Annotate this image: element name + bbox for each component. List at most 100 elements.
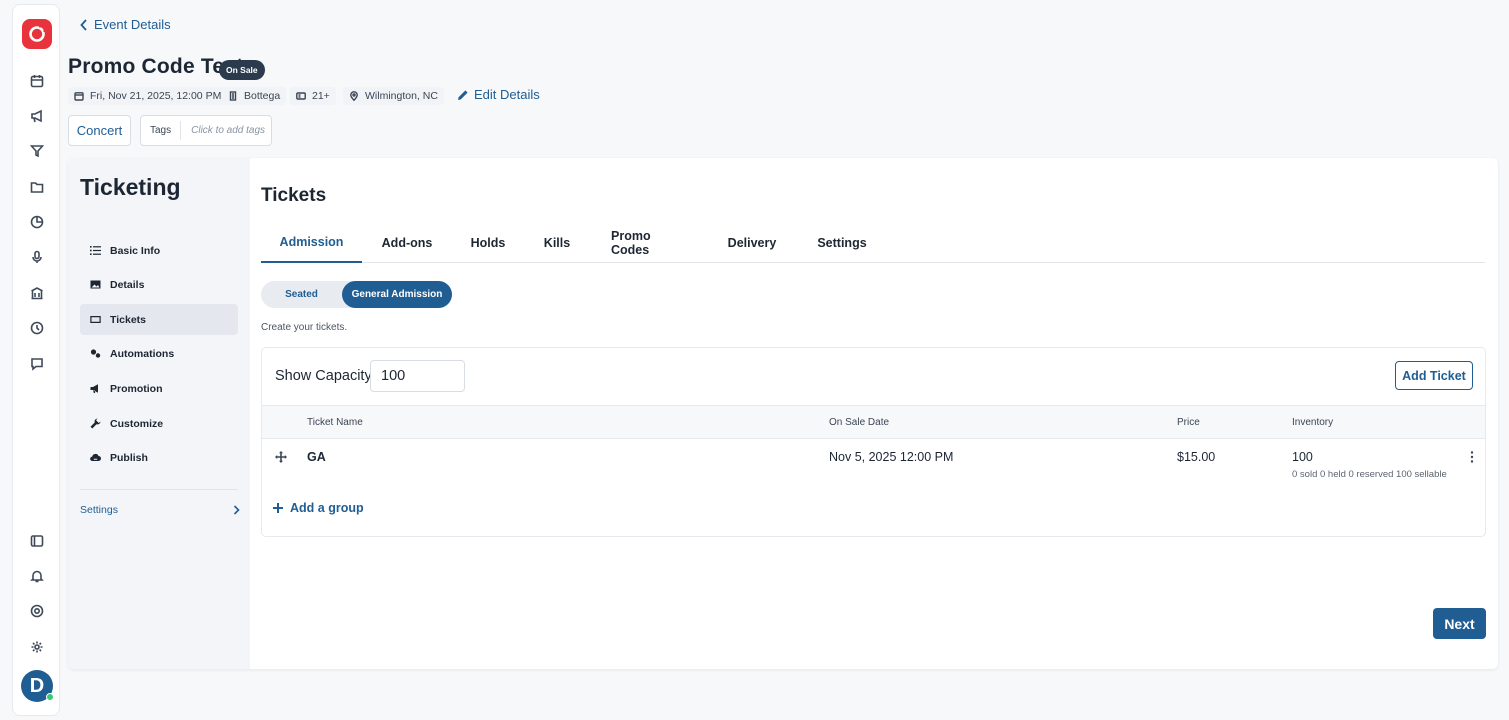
genre-tag[interactable]: Concert — [68, 115, 131, 146]
general-admission-option[interactable]: General Admission — [342, 281, 452, 308]
bell-icon[interactable] — [27, 566, 47, 586]
chevron-left-icon — [80, 18, 87, 31]
panel-icon[interactable] — [27, 531, 47, 551]
tab-admission[interactable]: Admission — [261, 222, 362, 263]
ticket-inventory-detail: 0 sold 0 held 0 reserved 100 sellable — [1292, 469, 1447, 480]
megaphone-icon[interactable] — [27, 106, 47, 126]
sidebar-item-label: Customize — [110, 417, 164, 430]
capacity-input[interactable] — [370, 360, 465, 392]
ticket-price: $15.00 — [1177, 450, 1216, 464]
avatar-initial: D — [29, 674, 45, 697]
back-link-label: Event Details — [94, 17, 171, 32]
ticket-icon — [90, 316, 101, 323]
id-card-icon — [296, 92, 306, 100]
age-restriction: 21+ — [312, 90, 330, 102]
seating-type-toggle: Seated General Admission — [261, 281, 452, 308]
page-title: Promo Code Test — [68, 55, 244, 78]
table-header: Ticket Name On Sale Date Price Inventory — [262, 405, 1485, 439]
sidebar-item-basic-info[interactable]: Basic Info — [80, 235, 238, 266]
venue-chip: Bottega — [222, 87, 287, 105]
list-icon — [90, 246, 101, 255]
logo-mark-icon — [29, 24, 47, 42]
gears-icon — [90, 349, 101, 358]
section-heading: Tickets — [261, 185, 327, 206]
column-on-sale-date: On Sale Date — [829, 417, 890, 428]
tags-label: Tags — [141, 121, 182, 140]
sidebar-item-label: Basic Info — [110, 244, 161, 257]
tags-field[interactable]: Tags Click to add tags — [140, 115, 272, 146]
user-avatar[interactable]: D — [21, 670, 54, 702]
column-ticket-name: Ticket Name — [307, 417, 363, 428]
folder-icon[interactable] — [27, 177, 47, 197]
gear-icon[interactable] — [27, 637, 47, 657]
event-location: Wilmington, NC — [365, 90, 438, 102]
table-row: GA Nov 5, 2025 12:00 PM $15.00 100 0 sol… — [262, 439, 1485, 489]
microphone-icon[interactable] — [27, 247, 47, 267]
add-group-button[interactable]: Add a group — [273, 501, 364, 515]
edit-details-label: Edit Details — [474, 87, 540, 102]
tab-add-ons[interactable]: Add-ons — [378, 222, 436, 263]
back-link[interactable]: Event Details — [80, 17, 171, 32]
sidebar-settings-label: Settings — [80, 504, 118, 516]
sidebar-item-label: Publish — [110, 451, 148, 464]
megaphone-icon — [90, 384, 98, 393]
tickets-table-panel: Show Capacity Add Ticket Ticket Name On … — [261, 347, 1486, 537]
tab-settings[interactable]: Settings — [816, 222, 868, 263]
add-group-label: Add a group — [290, 501, 364, 515]
tab-holds[interactable]: Holds — [468, 222, 508, 263]
tickets-content: Tickets Admission Add-ons Holds Kills Pr… — [261, 158, 1498, 669]
chat-icon[interactable] — [27, 354, 47, 374]
tab-kills[interactable]: Kills — [542, 222, 572, 263]
capacity-label: Show Capacity — [275, 368, 372, 384]
tab-delivery[interactable]: Delivery — [727, 222, 777, 263]
helper-text: Create your tickets. — [261, 322, 348, 333]
next-button[interactable]: Next — [1433, 608, 1486, 639]
sidebar-item-label: Promotion — [110, 382, 163, 395]
sidebar-item-automations[interactable]: Automations — [80, 338, 238, 369]
sidebar-heading: Ticketing — [80, 174, 181, 200]
tab-promo-codes[interactable]: Promo Codes — [611, 222, 689, 263]
more-options-icon[interactable] — [1470, 451, 1474, 466]
column-inventory: Inventory — [1292, 417, 1334, 428]
tags-placeholder[interactable]: Click to add tags — [181, 125, 265, 136]
online-status-dot — [46, 693, 54, 701]
ticket-name[interactable]: GA — [307, 450, 326, 464]
event-date-chip: Fri, Nov 21, 2025, 12:00 PM — [68, 87, 228, 105]
sidebar-item-promotion[interactable]: Promotion — [80, 373, 238, 404]
pie-chart-icon[interactable] — [27, 212, 47, 232]
column-price: Price — [1177, 417, 1200, 428]
history-icon[interactable] — [27, 318, 47, 338]
sidebar-item-tickets[interactable]: Tickets — [80, 304, 238, 335]
sidebar-item-label: Tickets — [110, 313, 146, 326]
plus-icon — [273, 503, 283, 513]
image-icon — [90, 280, 101, 289]
building-icon[interactable] — [27, 283, 47, 303]
seated-option[interactable]: Seated — [261, 281, 342, 308]
sidebar-item-label: Automations — [110, 347, 175, 360]
cloud-icon — [90, 453, 101, 462]
app-rail: D — [12, 4, 60, 716]
filter-icon[interactable] — [27, 141, 47, 161]
calendar-icon[interactable] — [27, 71, 47, 91]
sidebar-item-details[interactable]: Details — [80, 269, 238, 300]
status-badge: On Sale — [219, 60, 265, 80]
ticketing-sidebar: Ticketing Basic Info Details Tickets Aut… — [68, 158, 250, 669]
add-ticket-button[interactable]: Add Ticket — [1395, 361, 1473, 390]
chevron-right-icon — [233, 505, 240, 515]
ticket-on-sale-date: Nov 5, 2025 12:00 PM — [829, 450, 954, 464]
ticketing-card: Ticketing Basic Info Details Tickets Aut… — [68, 158, 1498, 669]
wrench-icon — [90, 418, 101, 429]
help-icon[interactable] — [27, 601, 47, 621]
sidebar-item-publish[interactable]: Publish — [80, 442, 238, 473]
sidebar-item-customize[interactable]: Customize — [80, 408, 238, 439]
age-chip: 21+ — [290, 87, 336, 105]
app-logo[interactable] — [22, 19, 52, 49]
calendar-icon — [74, 92, 84, 101]
edit-details-button[interactable]: Edit Details — [457, 87, 540, 102]
ticket-tabs: Admission Add-ons Holds Kills Promo Code… — [261, 222, 1485, 263]
ticket-inventory: 100 — [1292, 450, 1313, 464]
venue-name: Bottega — [244, 90, 281, 102]
sidebar-settings-link[interactable]: Settings — [80, 501, 240, 519]
sidebar-item-label: Details — [110, 278, 145, 291]
drag-handle-icon[interactable] — [275, 451, 287, 466]
